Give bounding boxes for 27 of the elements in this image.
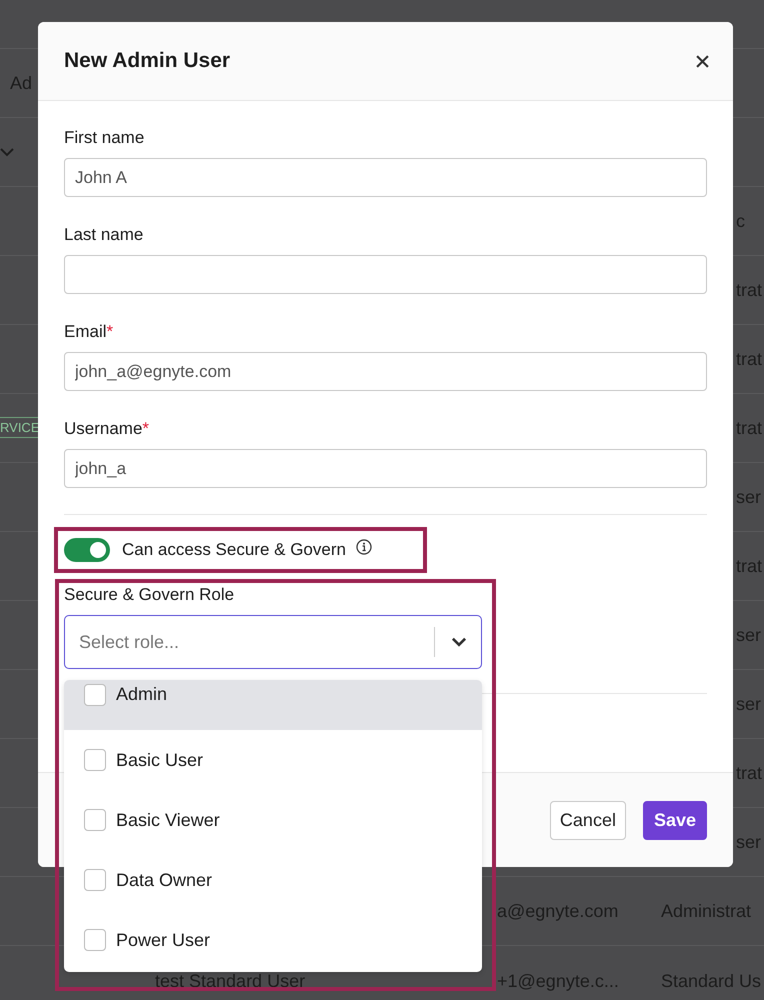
save-button[interactable]: Save: [642, 800, 707, 840]
checkbox[interactable]: [84, 809, 106, 831]
field-label: Last name: [64, 225, 144, 245]
toggle-label: Can access Secure & Govern: [122, 540, 346, 560]
input-field[interactable]: John A: [64, 158, 707, 197]
dialog-title: New Admin User: [64, 49, 230, 73]
chevron-icon: [0, 148, 14, 156]
field-label: Username*: [64, 419, 150, 439]
field-label: Email*: [64, 322, 114, 342]
input-field[interactable]: [64, 255, 707, 294]
checkbox[interactable]: [84, 869, 106, 891]
field-label: First name: [64, 128, 146, 148]
checkbox[interactable]: [84, 684, 106, 706]
checkbox[interactable]: [84, 929, 106, 951]
toggle-switch[interactable]: [64, 538, 110, 562]
cancel-button[interactable]: Cancel: [550, 800, 626, 840]
menu-item[interactable]: Power User: [64, 910, 482, 970]
menu-item[interactable]: Basic Viewer: [64, 790, 482, 850]
chevron-icon: [451, 637, 467, 647]
menu-item[interactable]: Basic User: [64, 730, 482, 790]
info-icon: [356, 539, 372, 555]
menu-item[interactable]: Admin: [64, 680, 482, 730]
close-icon: [696, 54, 709, 68]
checkbox[interactable]: [84, 749, 106, 771]
field-label: Secure & Govern Role: [64, 585, 236, 605]
role-select[interactable]: Select role...: [64, 615, 482, 669]
menu-item[interactable]: Data Owner: [64, 850, 482, 910]
